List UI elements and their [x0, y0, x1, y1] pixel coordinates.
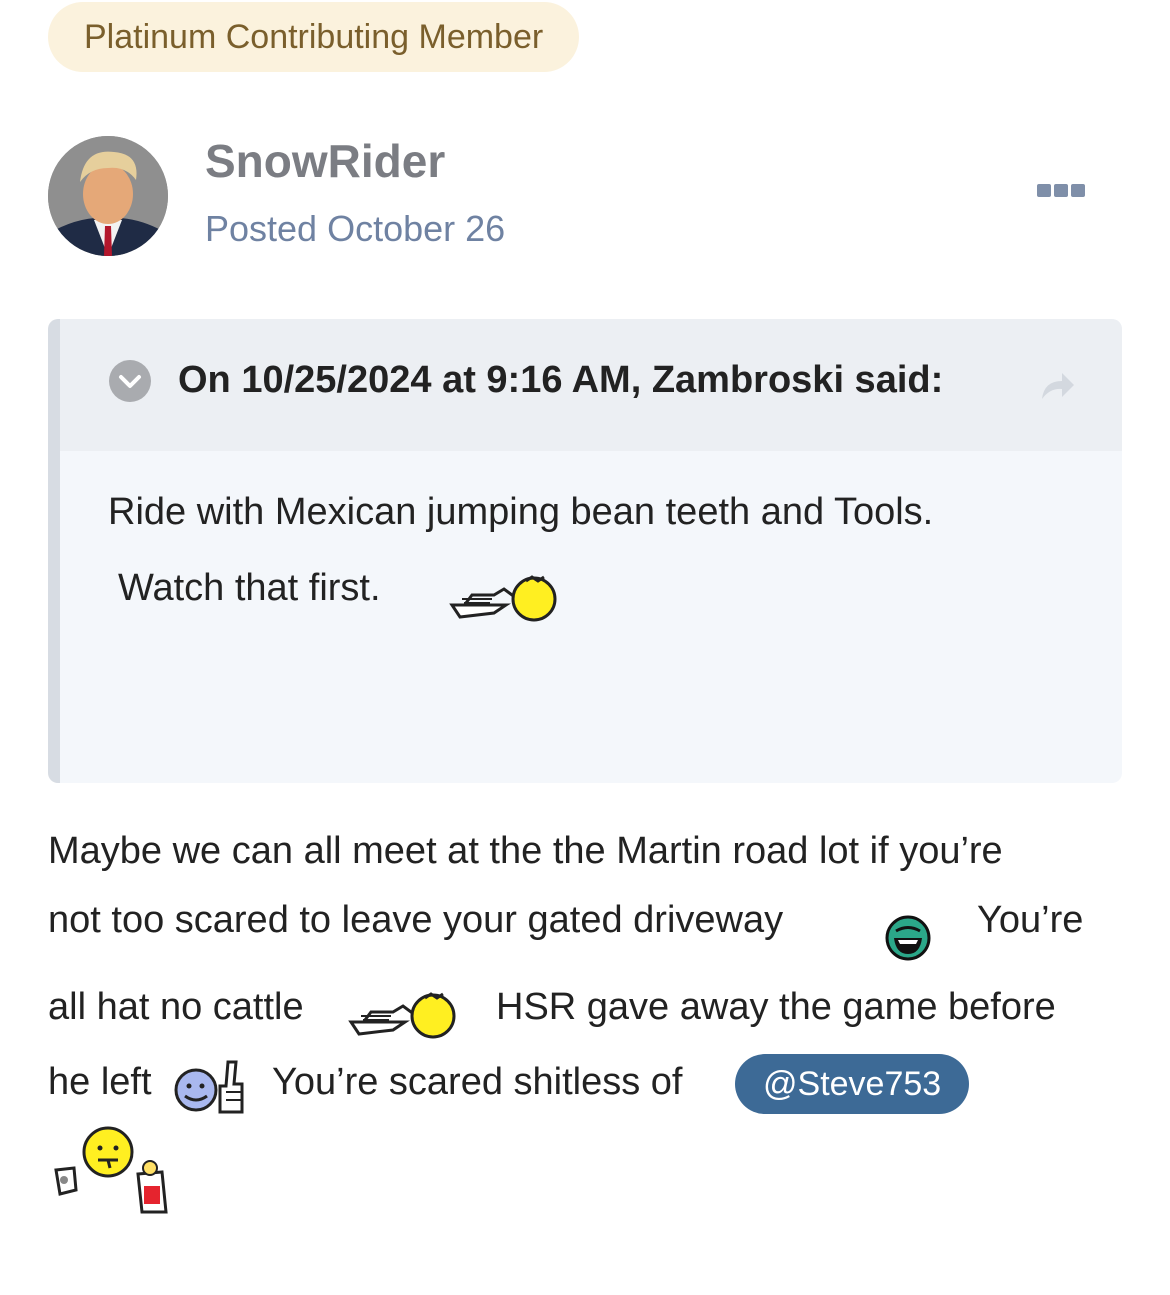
riding-smiley-icon — [348, 992, 456, 1039]
post-text-line4b: You’re scared shitless of — [272, 1061, 683, 1103]
post-text-line3b: HSR gave away the game before — [496, 986, 1056, 1028]
author-name[interactable]: SnowRider — [205, 134, 445, 188]
user-mention-link[interactable]: @Steve753 — [735, 1054, 970, 1114]
member-rank-badge: Platinum Contributing Member — [48, 2, 580, 72]
chevron-down-circle-icon[interactable] — [108, 359, 152, 403]
post-text-line2a: not too scared to leave your gated drive… — [48, 899, 784, 941]
share-arrow-icon[interactable] — [1036, 365, 1076, 405]
quote-header: On 10/25/2024 at 9:16 AM, Zambroski said… — [60, 319, 1122, 451]
riding-smiley-icon — [449, 575, 557, 622]
post-text-line4a: he left — [48, 1061, 152, 1103]
popcorn-smiley-icon — [54, 1126, 168, 1214]
quote-text-line2: Watch that first. — [118, 567, 381, 609]
avatar[interactable] — [48, 136, 168, 256]
post-text-line1: Maybe we can all meet at the the Martin … — [48, 830, 1003, 872]
ellipsis-icon[interactable] — [1030, 172, 1092, 208]
forum-post: Platinum Contributing Member SnowRider P… — [0, 0, 1170, 1295]
quote-attribution: On 10/25/2024 at 9:16 AM, Zambroski said… — [178, 359, 944, 401]
post-text-line3a: all hat no cattle — [48, 986, 304, 1028]
post-date[interactable]: Posted October 26 — [205, 208, 505, 250]
thumbs-up-smiley-icon — [174, 1060, 244, 1114]
quote-block: On 10/25/2024 at 9:16 AM, Zambroski said… — [48, 319, 1122, 783]
quote-text-line1: Ride with Mexican jumping bean teeth and… — [108, 491, 934, 533]
post-text-line2b: You’re — [977, 899, 1084, 941]
laughing-smiley-icon — [885, 915, 931, 961]
